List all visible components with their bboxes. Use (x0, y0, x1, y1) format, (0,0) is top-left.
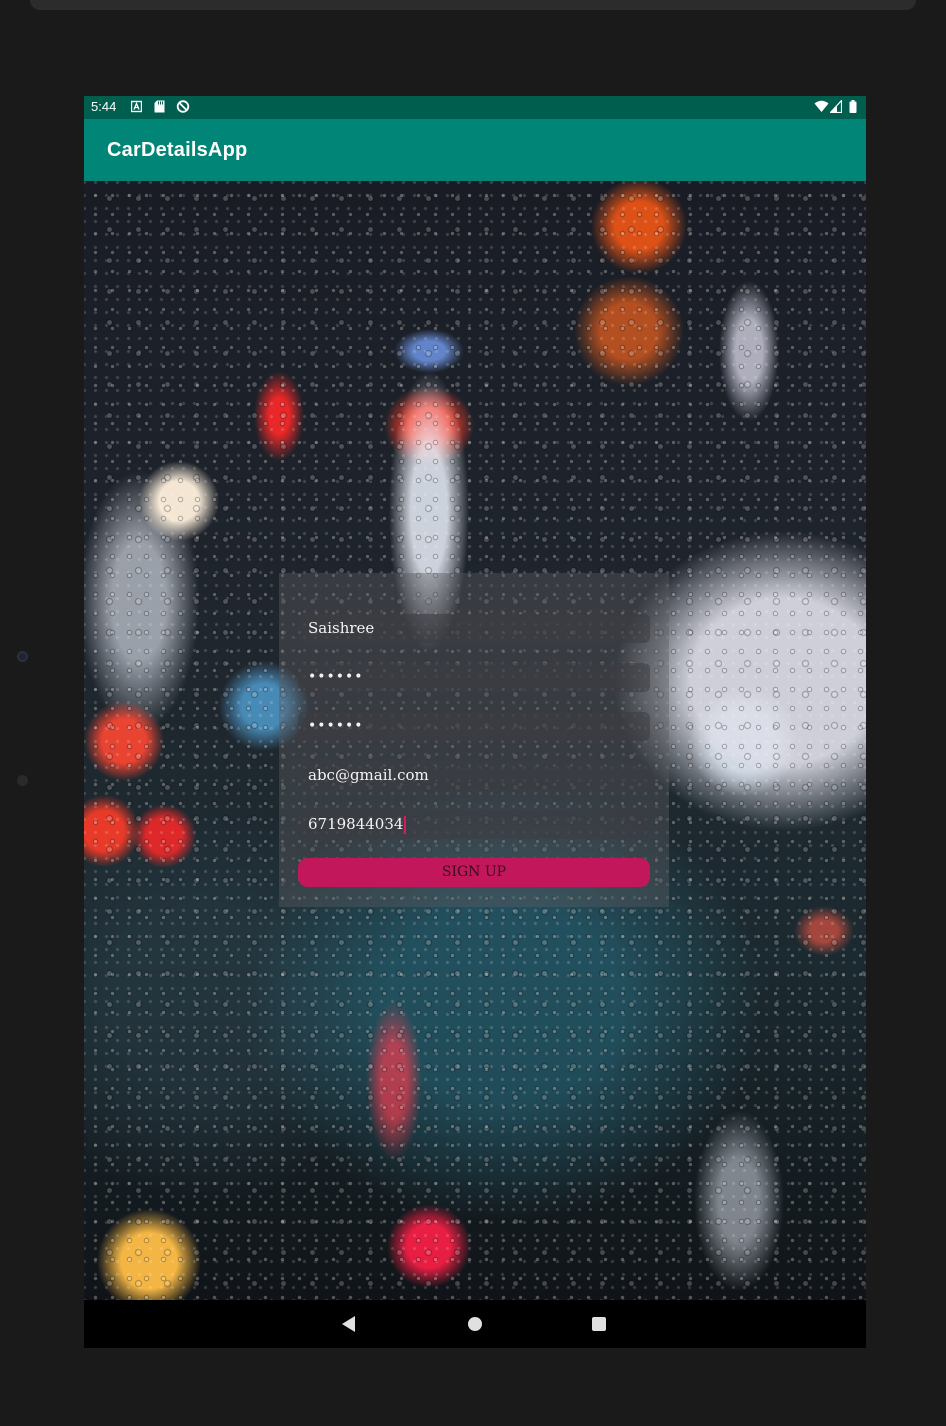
data-saver-icon (176, 100, 190, 113)
email-value: abc@gmail.com (308, 766, 429, 784)
password-field[interactable]: •••••• (298, 663, 650, 692)
a-notification-icon (131, 100, 142, 113)
device-bezel: 5:44 CarDetailsApp Saishree •••••• •••••… (0, 0, 946, 1426)
username-value: Saishree (308, 619, 375, 637)
device-top-edge (30, 0, 916, 10)
signal-icon (830, 100, 842, 113)
text-cursor (404, 816, 407, 834)
recents-icon[interactable] (592, 1317, 606, 1331)
status-time: 5:44 (91, 99, 117, 114)
email-field[interactable]: abc@gmail.com (298, 761, 650, 790)
sd-card-icon (154, 100, 165, 113)
home-icon[interactable] (468, 1317, 482, 1331)
confirm-password-value: •••••• (308, 718, 364, 734)
front-camera (17, 651, 28, 662)
phone-value: 6719844034 (308, 815, 404, 833)
password-value: •••••• (308, 669, 364, 685)
signup-form: Saishree •••••• •••••• abc@gmail.com 671… (279, 573, 669, 907)
status-bar: 5:44 (84, 96, 866, 119)
device-screen: 5:44 CarDetailsApp Saishree •••••• •••••… (84, 96, 866, 1348)
app-title: CarDetailsApp (107, 139, 248, 161)
phone-field[interactable]: 6719844034 (298, 810, 650, 839)
app-bar: CarDetailsApp (84, 119, 866, 181)
signup-button[interactable]: SIGN UP (298, 858, 650, 887)
back-icon[interactable] (342, 1316, 355, 1332)
proximity-sensor (17, 775, 28, 786)
username-field[interactable]: Saishree (298, 614, 650, 643)
wifi-icon (814, 100, 829, 112)
navigation-bar (84, 1300, 866, 1348)
background-rain-image: Saishree •••••• •••••• abc@gmail.com 671… (84, 181, 866, 1300)
battery-icon (849, 100, 857, 113)
confirm-password-field[interactable]: •••••• (298, 712, 650, 741)
